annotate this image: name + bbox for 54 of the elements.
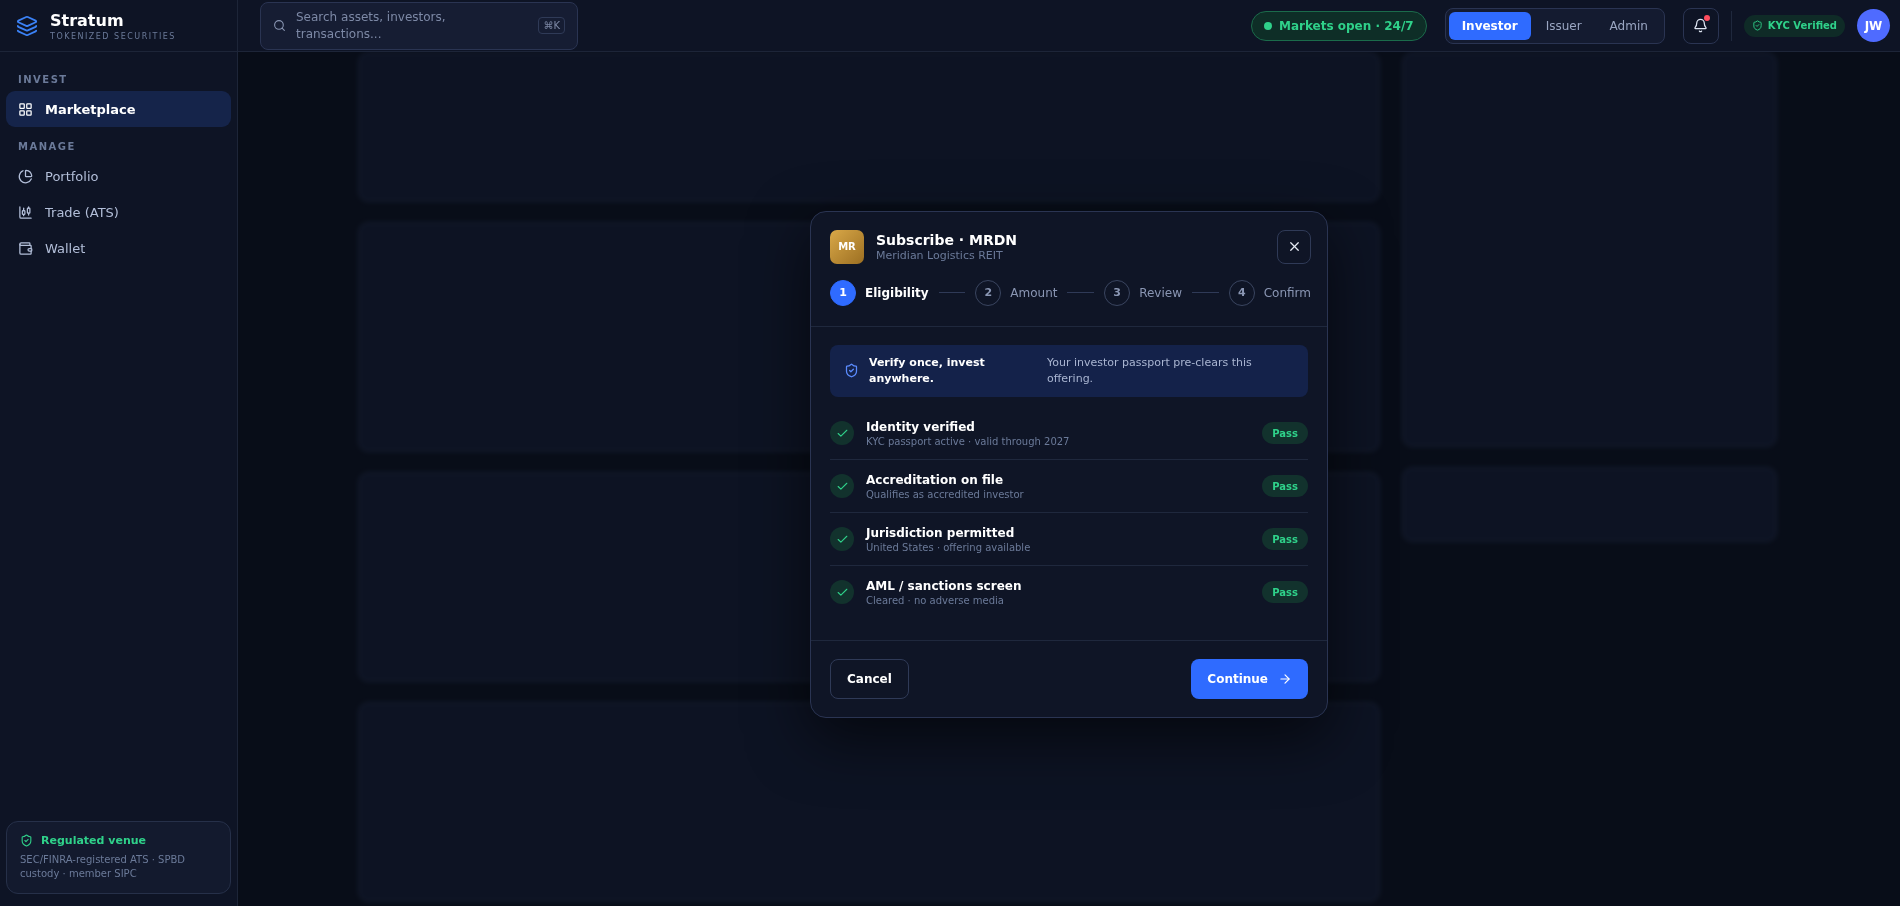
step-label: Amount (1010, 285, 1058, 300)
continue-button[interactable]: Continue (1191, 658, 1308, 699)
grid-icon (18, 101, 33, 117)
check-detail: United States · offering available (866, 541, 1031, 553)
status-badge: Pass (1262, 422, 1308, 444)
layers-logo-icon (16, 14, 38, 37)
role-tab[interactable]: Issuer (1532, 11, 1595, 40)
step-label: Review (1139, 285, 1182, 300)
kyc-badge: KYC Verified (1743, 14, 1845, 37)
search-field[interactable]: Search assets, investors, transactions... ⌘K (260, 1, 578, 50)
search-icon (273, 19, 286, 32)
banner-text: Your investor passport pre-clears this offering. (1046, 354, 1253, 387)
sidebar-item[interactable]: Portfolio (6, 158, 231, 194)
status-badge: Pass (1262, 581, 1308, 603)
sidebar-item[interactable]: Trade (ATS) (6, 194, 231, 230)
dialog-title: Subscribe · MRDN (876, 231, 1018, 248)
check-title: Accreditation on file (866, 472, 1005, 487)
brand-tagline: TOKENIZED SECURITIES (50, 31, 176, 41)
search-input[interactable]: Search assets, investors, transactions... (296, 8, 529, 43)
sidebar-item[interactable]: Wallet (6, 230, 231, 266)
wallet-icon (18, 240, 33, 256)
step-label: Eligibility (865, 285, 929, 300)
check-title: AML / sanctions screen (866, 578, 1022, 593)
step-number: 1 (830, 279, 856, 306)
section-title: MANAGE (17, 140, 77, 154)
status-badge: Pass (1262, 475, 1308, 497)
asset-logo: MR (830, 229, 864, 264)
step-label: Confirm (1263, 285, 1311, 300)
shield-icon (844, 363, 859, 378)
section-title: INVEST (17, 73, 69, 87)
check-title: Jurisdiction permitted (866, 525, 1016, 540)
shortcut-hint: ⌘K (538, 17, 565, 34)
dialog-subtitle: Meridian Logistics REIT (876, 248, 1004, 262)
check-title: Identity verified (866, 419, 976, 434)
role-tab[interactable]: Investor (1448, 11, 1531, 40)
notice-title: Regulated venue (41, 834, 146, 847)
sidebar-item[interactable]: Marketplace (6, 91, 231, 127)
bell-icon (1693, 18, 1709, 33)
check-detail: Cleared · no adverse media (866, 594, 1005, 606)
pie-chart-icon (18, 168, 33, 184)
brand-name: Stratum (50, 10, 125, 30)
status-badge: Pass (1262, 528, 1308, 550)
shield-icon (20, 834, 33, 847)
close-button[interactable] (1277, 229, 1311, 264)
check-detail: Qualifies as accredited investor (866, 488, 1024, 500)
user-avatar[interactable]: JW (1857, 9, 1890, 42)
notifications-button[interactable] (1682, 7, 1719, 44)
notice-text: SEC/FINRA-registered ATS · SPBD custody · member SIPC (20, 853, 186, 881)
cancel-button[interactable]: Cancel (830, 658, 909, 699)
candlestick-icon (18, 204, 33, 220)
banner-title: Verify once, invest anywhere. (869, 354, 986, 387)
market-status: Markets open · 24/7 (1250, 10, 1427, 41)
check-detail: KYC passport active · valid through 2027 (866, 435, 1070, 447)
role-tab[interactable]: Admin (1596, 11, 1661, 40)
